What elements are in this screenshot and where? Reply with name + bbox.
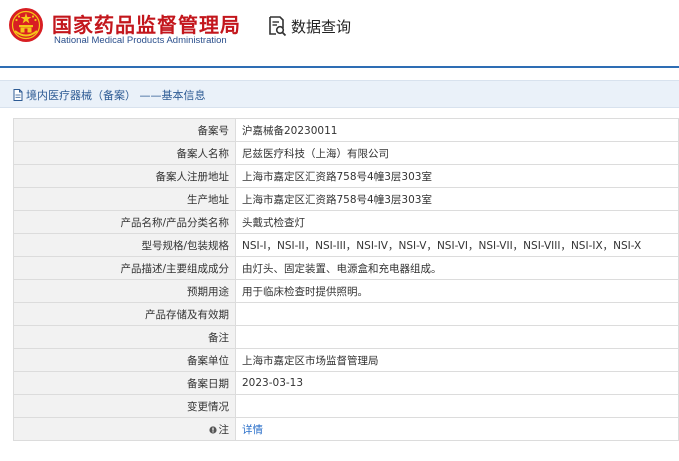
field-value: 2023-03-13	[235, 371, 679, 395]
field-value: 尼兹医疗科技（上海）有限公司	[235, 141, 679, 165]
table-row: 注 详情	[13, 417, 679, 441]
table-row: 备案单位 上海市嘉定区市场监督管理局	[13, 348, 679, 372]
details-link[interactable]: 详情	[242, 424, 263, 436]
field-label: 型号规格/包装规格	[13, 233, 236, 257]
field-value: 沪嘉械备20230011	[235, 118, 679, 142]
table-row: 备案日期 2023-03-13	[13, 371, 679, 395]
data-query-link[interactable]: 数据查询	[267, 14, 351, 38]
field-value: NSI-I，NSI-II，NSI-III，NSI-IV，NSI-V，NSI-VI…	[235, 233, 679, 257]
field-label: 备注	[13, 325, 236, 349]
field-label: 备案人注册地址	[13, 164, 236, 188]
breadcrumb-bar: 境内医疗器械（备案） ——基本信息	[0, 80, 679, 108]
field-label: 预期用途	[13, 279, 236, 303]
field-value: 详情	[235, 417, 679, 441]
field-value: 头戴式检查灯	[235, 210, 679, 234]
table-row: 备案号 沪嘉械备20230011	[13, 118, 679, 142]
data-query-label: 数据查询	[291, 17, 352, 36]
field-label: 产品存储及有效期	[13, 302, 236, 326]
site-header: 国家药品监督管理局 National Medical Products Admi…	[0, 0, 679, 66]
field-value	[235, 394, 679, 418]
field-label: 产品名称/产品分类名称	[13, 210, 236, 234]
field-value: 上海市嘉定区汇资路758号4幢3层303室	[235, 164, 679, 188]
header-divider	[0, 66, 679, 68]
document-icon	[13, 89, 23, 101]
info-dot-icon	[208, 425, 217, 434]
field-label: 注	[218, 423, 230, 436]
table-row: 产品名称/产品分类名称 头戴式检查灯	[13, 210, 679, 234]
field-label: 备案单位	[13, 348, 236, 372]
field-value: 用于临床检查时提供照明。	[235, 279, 679, 303]
field-value	[235, 302, 679, 326]
site-title: 国家药品监督管理局	[52, 13, 241, 37]
table-row: 预期用途 用于临床检查时提供照明。	[13, 279, 679, 303]
field-label: 备案日期	[13, 371, 236, 395]
table-row: 备案人名称 尼兹医疗科技（上海）有限公司	[13, 141, 679, 165]
field-value: 上海市嘉定区汇资路758号4幢3层303室	[235, 187, 679, 211]
site-title-english: National Medical Products Administration	[54, 35, 227, 46]
field-value: 由灯头、固定装置、电源盒和充电器组成。	[235, 256, 679, 280]
table-row: 产品描述/主要组成成分 由灯头、固定装置、电源盒和充电器组成。	[13, 256, 679, 280]
field-value: 上海市嘉定区市场监督管理局	[235, 348, 679, 372]
field-label: 变更情况	[13, 394, 236, 418]
table-row: 生产地址 上海市嘉定区汇资路758号4幢3层303室	[13, 187, 679, 211]
search-document-icon	[269, 16, 287, 37]
national-emblem-icon	[9, 8, 43, 42]
field-label: 备案人名称	[13, 141, 236, 165]
breadcrumb: 境内医疗器械（备案） ——基本信息	[13, 87, 206, 103]
breadcrumb-text: 境内医疗器械（备案） ——基本信息	[26, 89, 206, 102]
field-label: 产品描述/主要组成成分	[13, 256, 236, 280]
table-row: 备注	[13, 325, 679, 349]
table-row: 产品存储及有效期	[13, 302, 679, 326]
field-label: 生产地址	[13, 187, 236, 211]
table-row: 变更情况	[13, 394, 679, 418]
note-label-cell: 注	[13, 417, 236, 441]
table-row: 型号规格/包装规格 NSI-I，NSI-II，NSI-III，NSI-IV，NS…	[13, 233, 679, 257]
table-row: 备案人注册地址 上海市嘉定区汇资路758号4幢3层303室	[13, 164, 679, 188]
field-value	[235, 325, 679, 349]
field-label: 备案号	[13, 118, 236, 142]
record-detail-table: 备案号 沪嘉械备20230011 备案人名称 尼兹医疗科技（上海）有限公司 备案…	[13, 118, 679, 441]
